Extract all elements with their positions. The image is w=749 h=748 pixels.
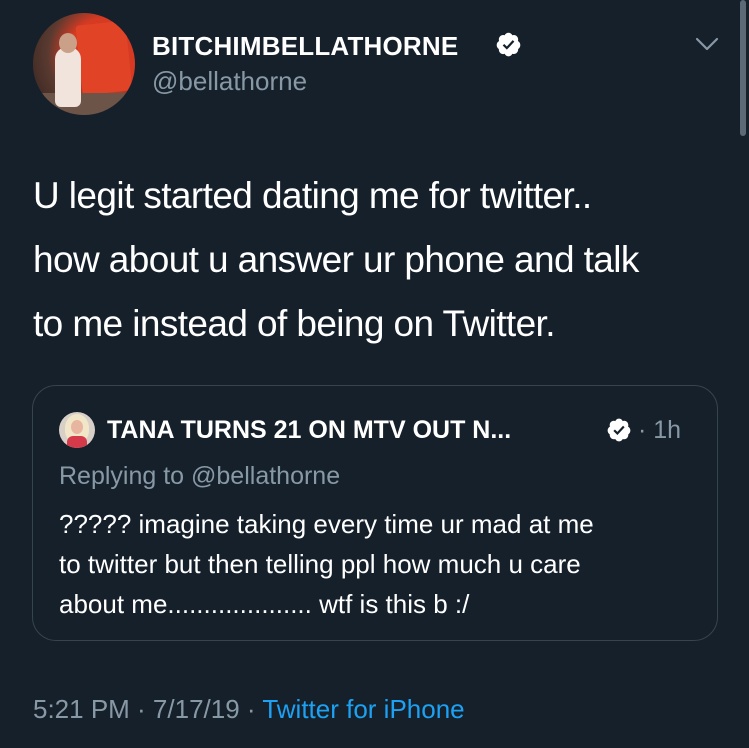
verified-badge-icon bbox=[496, 32, 521, 57]
quoted-tweet-card[interactable]: TANA TURNS 21 ON MTV OUT N... · 1h Reply… bbox=[32, 385, 718, 641]
quoted-text-line: to twitter but then telling ppl how much… bbox=[59, 549, 581, 579]
tweet-text-line: how about u answer ur phone and talk bbox=[33, 239, 639, 280]
quoted-tweet-text: ????? imagine taking every time ur mad a… bbox=[59, 504, 709, 624]
verified-badge-icon bbox=[607, 418, 631, 442]
quoted-replying-to: Replying to @bellathorne bbox=[59, 462, 341, 490]
scrollbar[interactable] bbox=[740, 0, 746, 136]
quoted-text-line: ????? imagine taking every time ur mad a… bbox=[59, 509, 594, 539]
tweet-text-line: U legit started dating me for twitter.. bbox=[33, 175, 592, 216]
tweet-source-link[interactable]: Twitter for iPhone bbox=[262, 694, 464, 724]
tweet-text: U legit started dating me for twitter.. … bbox=[33, 164, 733, 356]
author-handle[interactable]: @bellathorne bbox=[152, 66, 307, 97]
quoted-author-name: TANA TURNS 21 ON MTV OUT N... bbox=[107, 416, 512, 444]
tweet-timestamp: 5:21 PM · 7/17/19 · bbox=[33, 694, 263, 724]
quoted-tweet-time: · 1h bbox=[638, 416, 682, 444]
chevron-down-icon[interactable] bbox=[694, 34, 720, 54]
quoted-text-line: about me.................... wtf is this… bbox=[59, 589, 470, 619]
tweet-detail: BITCHIMBELLATHORNE @bellathorne U legit … bbox=[0, 0, 749, 748]
tweet-meta: 5:21 PM · 7/17/19 · Twitter for iPhone bbox=[33, 694, 465, 725]
tweet-text-line: to me instead of being on Twitter. bbox=[33, 303, 556, 344]
author-display-name[interactable]: BITCHIMBELLATHORNE bbox=[152, 31, 458, 62]
author-avatar[interactable] bbox=[33, 13, 135, 115]
quoted-author-avatar bbox=[59, 412, 95, 448]
